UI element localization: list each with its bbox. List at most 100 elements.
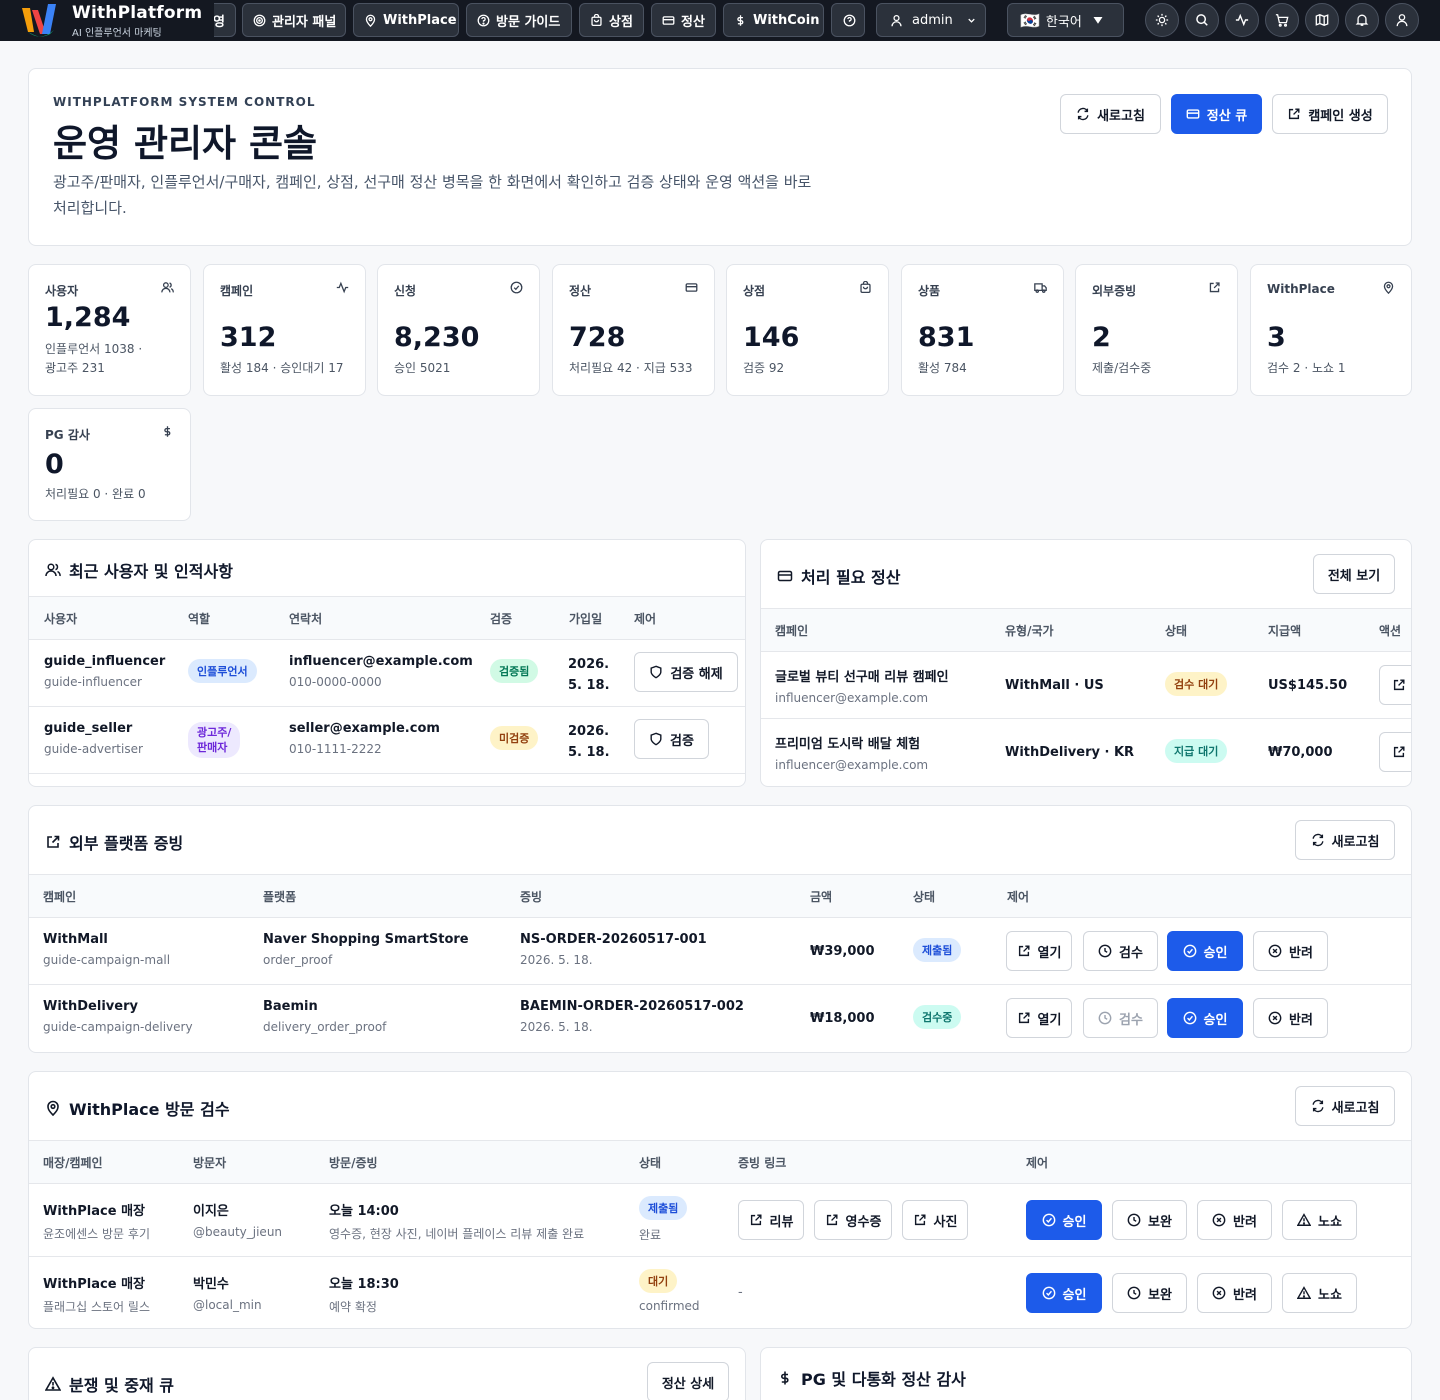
receipt-link-button[interactable]: 영수증 [814,1200,892,1240]
tab-withcoin[interactable]: WithCoin [723,3,824,37]
approve-label: 승인 [1203,1012,1228,1028]
campaign-email: influencer@example.com [775,758,929,772]
status-sub: confirmed [639,1299,700,1313]
approve-button[interactable]: 승인 [1026,1273,1102,1313]
campaign-email: influencer@example.com [775,691,929,705]
tab-settlement[interactable]: 정산 [651,3,716,37]
approve-button[interactable]: 승인 [1167,931,1243,971]
eyebrow: WITHPLATFORM SYSTEM CONTROL [53,95,316,109]
x-circle-icon [1268,1011,1282,1025]
language-select[interactable]: 🇰🇷 한국어 [1007,3,1124,37]
payout-amount: ₩70,000 [1268,745,1333,760]
refresh-button[interactable]: 새로고침 [1295,1086,1395,1126]
notifications-button[interactable] [1345,3,1379,37]
stat-sub: 검증 92 [743,361,785,375]
platform-name: Baemin [263,999,318,1014]
stat-sub: 승인 5021 [394,361,451,375]
refresh-icon [1312,1099,1324,1113]
user-menu[interactable]: admin [876,3,986,37]
col-joined: 가입일 [569,612,603,626]
photo-link-button[interactable]: 사진 [902,1200,968,1240]
x-circle-icon [1268,944,1282,958]
table-header: 사용자 역할 연락처 검증 가입일 제어 [29,596,745,640]
approve-button[interactable]: 승인 [1026,1200,1102,1240]
brand[interactable]: WithPlatform AI 인플루언서 마케팅 [0,0,214,41]
noshow-button[interactable]: 노쇼 [1282,1273,1357,1313]
logo-icon [22,4,56,37]
create-campaign-button[interactable]: 캠페인 생성 [1272,94,1388,134]
store-cell: WithPlace 매장 윤조에센스 방문 후기 [43,1200,150,1242]
section-title-text: 외부 플랫폼 증빙 [69,834,184,853]
dollar-icon [737,14,744,26]
section-title-text: 최근 사용자 및 인적사항 [69,562,233,581]
users-icon [161,282,174,293]
settlement-detail-button[interactable]: 정산 상세 [647,1362,729,1400]
open-button[interactable]: 열기 [1006,998,1072,1038]
unverify-button[interactable]: 검증 해제 [634,652,738,692]
review-button[interactable]: 검수 [1083,931,1158,971]
visitor-name: 박민수 [193,1277,229,1292]
verify-button[interactable]: 검증 [634,719,709,759]
tab-admin-panel[interactable]: 관리자 패널 [242,3,346,37]
contact-cell: seller@example.com 010-1111-2222 [289,721,440,756]
col-status: 상태 [1165,624,1188,638]
open-button[interactable]: 열기 [1006,931,1072,971]
reject-label: 반려 [1289,1012,1313,1028]
review-button[interactable]: 검수 [1083,998,1158,1038]
stat-label: WithPlace [1267,282,1335,296]
approve-button[interactable]: 승인 [1167,998,1243,1038]
cart-button[interactable] [1265,3,1299,37]
refresh-button[interactable]: 새로고침 [1060,94,1161,134]
open-settlement-button[interactable] [1379,665,1411,705]
tab-label: WithCoin [753,12,820,28]
tab-shop[interactable]: 상점 [579,3,644,37]
flag-icon: 🇰🇷 [1020,10,1040,30]
proof-type: order_proof [263,953,333,967]
visit-note: 예약 확정 [329,1300,377,1314]
col-platform: 플랫폼 [263,890,297,904]
tab-label: 방문 가이드 [496,14,561,30]
tab-visit-guide[interactable]: 방문 가이드 [466,3,572,37]
refresh-button[interactable]: 새로고침 [1295,820,1395,860]
user-cell: guide_seller guide-advertiser [44,721,143,756]
profile-button[interactable] [1385,3,1419,37]
status-badge: 검수중 [913,1005,962,1029]
activity-button[interactable] [1225,3,1259,37]
reject-button[interactable]: 반려 [1197,1200,1272,1240]
open-settlement-button[interactable] [1379,732,1411,772]
search-button[interactable] [1185,3,1219,37]
campaign-name: WithDelivery [43,999,138,1014]
settlement-queue-button[interactable]: 정산 큐 [1171,94,1262,134]
top-navigation-bar: 영 WithPlatform AI 인플루언서 마케팅 관리자 패널 WithP… [0,0,1440,41]
col-verify: 검증 [490,612,513,626]
stat-card: 외부증빙 2 제출/검수중 [1075,264,1238,396]
payout-amount: US$145.50 [1268,678,1348,693]
view-all-button[interactable]: 전체 보기 [1313,554,1395,594]
theme-toggle[interactable] [1145,3,1179,37]
hold-button[interactable]: 보완 [1112,1200,1187,1240]
hold-button[interactable]: 보완 [1112,1273,1187,1313]
reject-button[interactable]: 반려 [1253,931,1328,971]
noshow-button[interactable]: 노쇼 [1282,1200,1357,1240]
stat-sub: 검수 2 · 노쇼 1 [1267,361,1346,375]
external-link-icon [1393,746,1405,758]
stat-card: PG 감사 0 처리필요 0 · 완료 0 [28,408,191,521]
tab-withplace[interactable]: WithPlace [353,3,459,37]
reject-label: 반려 [1289,945,1313,961]
stat-value: 728 [569,322,626,353]
refresh-label: 새로고침 [1331,1100,1380,1116]
alert-triangle-icon [1297,1286,1312,1299]
tab-overflow[interactable] [831,3,865,37]
reject-button[interactable]: 반려 [1197,1273,1272,1313]
col-control: 제어 [1007,890,1030,904]
clock-icon [1098,944,1112,958]
activity-icon [336,281,349,294]
user-name: guide_influencer [44,654,166,669]
refresh-label: 새로고침 [1097,108,1145,124]
reject-button[interactable]: 반려 [1253,998,1328,1038]
section-title-text: 분쟁 및 중재 큐 [69,1376,175,1395]
map-button[interactable] [1305,3,1339,37]
clock-icon [1127,1286,1141,1300]
review-link-button[interactable]: 리뷰 [738,1200,804,1240]
external-link-icon [1209,282,1220,293]
